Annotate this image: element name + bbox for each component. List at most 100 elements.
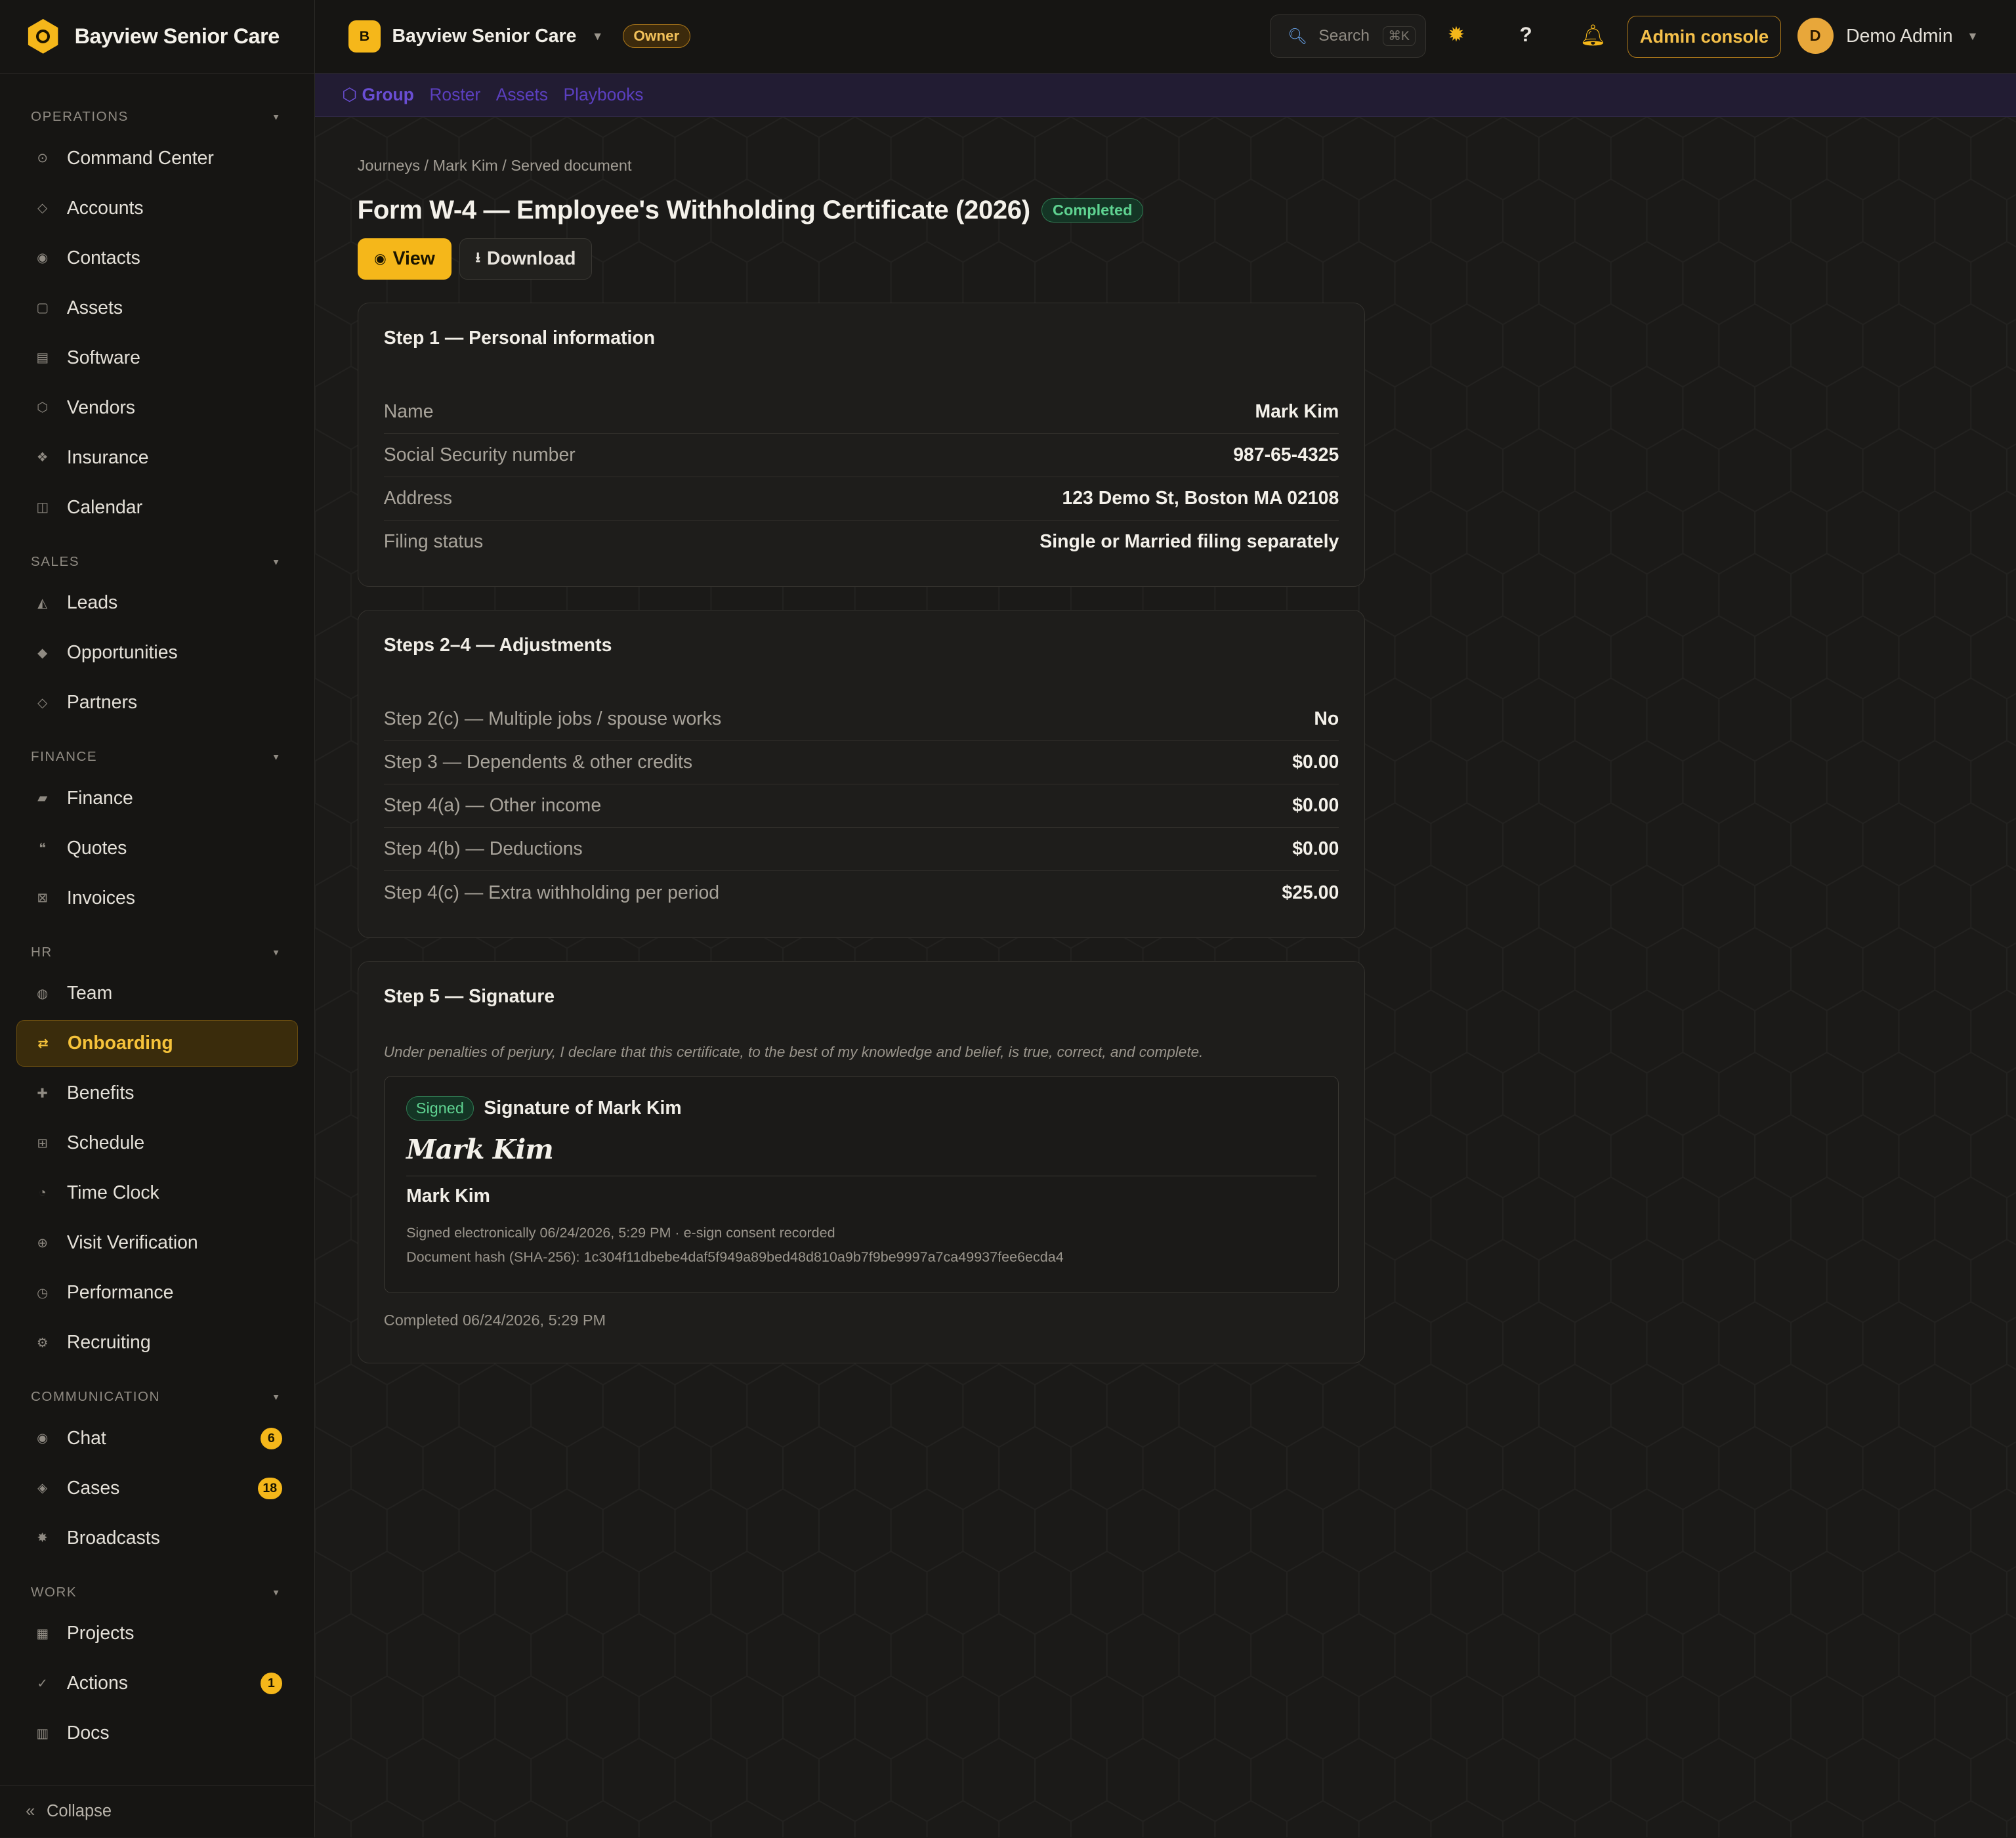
field-row: Step 2(c) — Multiple jobs / spouse works… <box>383 698 1339 741</box>
chevron-down-icon: ▾ <box>273 1587 280 1598</box>
nav-section-title: HR <box>31 944 52 960</box>
sidebar-item-software[interactable]: ▤ Software <box>16 335 297 381</box>
invoices-icon: ⊠ <box>37 891 48 906</box>
performance-icon: ◷ <box>37 1285 49 1300</box>
brand-logo-icon <box>28 18 58 54</box>
sidebar-item-label: Assets <box>66 297 123 318</box>
signed-badge: Signed <box>406 1096 474 1121</box>
brand[interactable]: Bayview Senior Care <box>0 0 314 74</box>
sidebar-item-calendar[interactable]: ◫ Calendar <box>16 484 297 531</box>
sidebar-item-command-center[interactable]: ⊙ Command Center <box>16 135 297 182</box>
sidebar-item-opportunities[interactable]: ◆ Opportunities <box>16 630 297 677</box>
field-label: Address <box>383 487 452 509</box>
visit-verification-icon: ⊕ <box>37 1235 48 1250</box>
nav-section-title: COMMUNICATION <box>31 1389 160 1405</box>
status-badge: Completed <box>1041 198 1144 223</box>
help-icon[interactable]: ? <box>1520 23 1532 47</box>
sidebar-item-label: Docs <box>66 1722 110 1744</box>
sidebar-item-actions[interactable]: ✓ Actions 1 <box>16 1660 297 1707</box>
sidebar-item-projects[interactable]: ▦ Projects <box>16 1610 297 1657</box>
nav-section-title: SALES <box>31 553 80 569</box>
sidebar-item-docs[interactable]: ▥ Docs <box>16 1710 297 1757</box>
chevron-down-icon: ▾ <box>273 752 280 763</box>
sidebar-item-insurance[interactable]: ❖ Insurance <box>16 435 297 481</box>
avatar[interactable]: D <box>1797 18 1834 54</box>
sidebar-item-label: Time Clock <box>66 1182 159 1204</box>
sidebar-item-contacts[interactable]: ◉ Contacts <box>16 235 297 282</box>
collapse-button[interactable]: « Collapse <box>0 1785 314 1838</box>
breadcrumb[interactable]: Journeys / Mark Kim / Served document <box>358 157 1366 175</box>
chevron-down-icon: ▾ <box>273 1392 280 1403</box>
nav-section-header[interactable]: OPERATIONS ▾ <box>0 99 314 135</box>
sidebar-item-finance[interactable]: ▰ Finance <box>16 775 297 822</box>
sidebar-item-team[interactable]: ◍ Team <box>16 970 297 1017</box>
admin-console-button[interactable]: Admin console <box>1628 15 1781 58</box>
opportunities-icon: ◆ <box>37 645 48 660</box>
sidebar-item-label: Broadcasts <box>66 1527 160 1549</box>
quotes-icon: ❝ <box>39 841 46 856</box>
schedule-icon: ⊞ <box>37 1136 48 1151</box>
nav-section-sales: SALES ▾ ◭ Leads ◆ Opportunities ◇ Partners <box>0 544 314 726</box>
sidebar-item-quotes[interactable]: ❝ Quotes <box>16 825 297 872</box>
nav-section-header[interactable]: WORK ▾ <box>0 1574 314 1610</box>
count-badge: 6 <box>260 1427 282 1449</box>
projects-icon: ▦ <box>36 1626 49 1641</box>
sidebar-item-cases[interactable]: ◈ Cases 18 <box>16 1465 297 1512</box>
field-row: Step 4(c) — Extra withholding per period… <box>384 871 1339 914</box>
recruiting-icon: ⚙ <box>36 1335 49 1350</box>
main-content: Journeys / Mark Kim / Served document Fo… <box>314 117 2016 1838</box>
bell-icon[interactable]: 🔔︎ <box>1580 23 1606 47</box>
org-switcher[interactable]: Bayview Senior Care <box>392 26 576 47</box>
sidebar-item-visit-verification[interactable]: ⊕ Visit Verification <box>16 1220 297 1266</box>
theme-toggle-icon[interactable]: ✹ <box>1448 23 1465 47</box>
sidebar-item-time-clock[interactable]: ◔ Time Clock <box>16 1170 297 1216</box>
document-hash: Document hash (SHA-256): 1c304f11dbebe4d… <box>406 1249 1064 1266</box>
sidebar-item-assets[interactable]: ▢ Assets <box>16 285 297 331</box>
view-label: View <box>392 247 435 269</box>
sidebar-item-chat[interactable]: ◉ Chat 6 <box>16 1415 297 1462</box>
sidebar-item-label: Chat <box>66 1427 106 1449</box>
sidebar-item-onboarding[interactable]: ⇄ Onboarding <box>16 1020 298 1067</box>
sidebar: Bayview Senior Care OPERATIONS ▾ ⊙ Command … <box>0 0 315 1838</box>
sidebar-item-label: Schedule <box>66 1132 145 1154</box>
sidebar-item-broadcasts[interactable]: ✸ Broadcasts <box>16 1515 297 1562</box>
sidebar-item-benefits[interactable]: ✚ Benefits <box>16 1070 297 1117</box>
sidebar-item-accounts[interactable]: ◇ Accounts <box>16 185 297 232</box>
sidebar-item-performance[interactable]: ◷ Performance <box>16 1270 297 1316</box>
nav-section-header[interactable]: HR ▾ <box>0 934 314 970</box>
time-clock-icon: ◔ <box>38 1186 47 1201</box>
view-button[interactable]: ◉ View <box>357 238 452 280</box>
nav-section-header[interactable]: SALES ▾ <box>0 544 314 580</box>
nav-section-header[interactable]: FINANCE ▾ <box>0 739 314 775</box>
page-title: Form W-4 — Employee's Withholding Certif… <box>357 195 1031 225</box>
user-menu[interactable]: Demo Admin <box>1846 26 1953 47</box>
accounts-icon: ◇ <box>37 201 48 216</box>
chevron-down-icon[interactable]: ▼ <box>592 30 603 43</box>
search-input[interactable]: 🔍︎ Search ⌘K <box>1270 14 1426 58</box>
nav-section-title: OPERATIONS <box>31 109 129 125</box>
nav-section-operations: OPERATIONS ▾ ⊙ Command Center ◇ Accounts ◉ Cont… <box>0 99 314 531</box>
sidebar-item-partners[interactable]: ◇ Partners <box>16 680 297 727</box>
leads-icon: ◭ <box>37 595 48 610</box>
sidebar-item-vendors[interactable]: ⬡ Vendors <box>16 385 297 431</box>
subnav-item-roster[interactable]: Roster <box>429 85 480 105</box>
sidebar-item-label: Finance <box>66 787 133 809</box>
signature-heading: Signature of Mark Kim <box>484 1097 682 1119</box>
field-label: Social Security number <box>383 444 576 465</box>
onboarding-icon: ⇄ <box>37 1036 49 1051</box>
download-button[interactable]: ⭳ Download <box>459 238 592 280</box>
subnav-item-assets[interactable]: Assets <box>496 85 548 105</box>
subnav-item-group[interactable]: ⬡ Group <box>342 85 414 105</box>
sidebar-item-invoices[interactable]: ⊠ Invoices <box>16 875 297 922</box>
insurance-icon: ❖ <box>36 450 49 465</box>
chevron-down-icon[interactable]: ▼ <box>1967 30 1978 43</box>
vendors-icon: ⬡ <box>37 400 49 416</box>
subnav-item-playbooks[interactable]: Playbooks <box>564 85 644 105</box>
org-avatar[interactable]: B <box>348 20 381 53</box>
sidebar-item-leads[interactable]: ◭ Leads <box>16 580 297 627</box>
count-badge: 1 <box>260 1672 282 1695</box>
sidebar-item-schedule[interactable]: ⊞ Schedule <box>16 1120 297 1166</box>
sidebar-item-recruiting[interactable]: ⚙ Recruiting <box>16 1319 297 1366</box>
docs-icon: ▥ <box>36 1726 49 1741</box>
nav-section-header[interactable]: COMMUNICATION ▾ <box>0 1379 314 1415</box>
